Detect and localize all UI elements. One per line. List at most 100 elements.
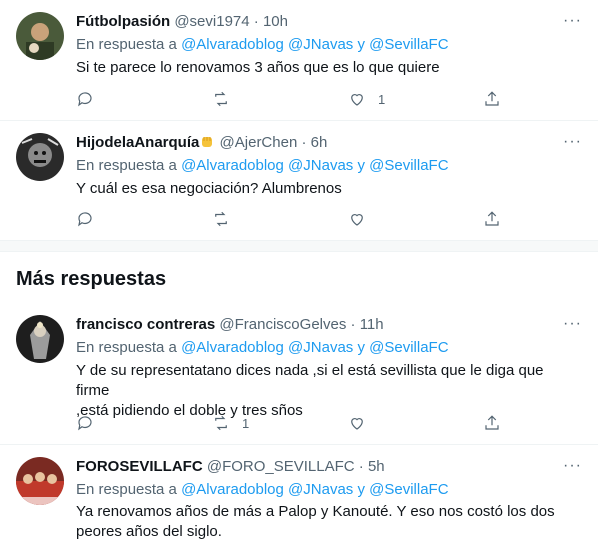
reply-prefix: En respuesta a bbox=[76, 36, 177, 53]
tweet-text-line: Si te parece lo renovamos 3 años que es … bbox=[76, 59, 440, 76]
timestamp[interactable]: 5h bbox=[368, 458, 385, 475]
reply-prefix: En respuesta a bbox=[76, 481, 177, 498]
heart-icon bbox=[351, 214, 363, 226]
separator: · bbox=[358, 458, 364, 475]
mention-link[interactable]: @Alvaradoblog bbox=[181, 157, 284, 174]
separator: · bbox=[301, 134, 307, 151]
like-button[interactable] bbox=[348, 209, 366, 229]
more-options-icon[interactable]: ··· bbox=[563, 315, 582, 333]
section-divider bbox=[0, 240, 598, 252]
avatar-image-icon bbox=[16, 12, 64, 60]
display-name[interactable]: Fútbolpasión bbox=[76, 13, 170, 30]
avatar[interactable] bbox=[16, 133, 64, 181]
more-options-icon[interactable]: ··· bbox=[563, 133, 582, 151]
more-options-icon[interactable]: ··· bbox=[563, 457, 582, 475]
retweet-button[interactable] bbox=[212, 89, 230, 109]
avatar-image-icon bbox=[16, 457, 64, 505]
tweet[interactable]: Fútbolpasión @sevi1974 · 10h ··· En resp… bbox=[0, 0, 598, 121]
tweet-header: Fútbolpasión @sevi1974 · 10h bbox=[76, 12, 288, 32]
retweet-button[interactable] bbox=[212, 209, 230, 229]
avatar[interactable] bbox=[16, 457, 64, 505]
retweet-button[interactable]: 1 bbox=[212, 413, 249, 433]
share-icon bbox=[485, 211, 499, 226]
retweet-count: 1 bbox=[242, 415, 250, 431]
reply-icon bbox=[78, 92, 92, 107]
avatar[interactable] bbox=[16, 12, 64, 60]
display-name[interactable]: HijodelaAnarquía bbox=[76, 134, 199, 151]
mention-link[interactable]: @JNavas bbox=[288, 481, 353, 498]
avatar-image-icon bbox=[16, 315, 64, 363]
mention-link[interactable]: y bbox=[357, 36, 365, 53]
mention-link[interactable]: y bbox=[357, 157, 365, 174]
separator: · bbox=[253, 13, 259, 30]
retweet-icon bbox=[215, 91, 227, 107]
retweet-icon bbox=[215, 415, 227, 431]
mention-link[interactable]: @Alvaradoblog bbox=[181, 36, 284, 53]
tweet-text: Y cuál es esa negociación? Alumbrenos bbox=[76, 179, 576, 199]
tweet-actions: 1 bbox=[76, 413, 506, 433]
mention-link[interactable]: @JNavas bbox=[288, 36, 353, 53]
tweet-text-line: Ya renovamos años de más a Palop y Kanou… bbox=[76, 503, 555, 520]
tweet[interactable]: francisco contreras @FranciscoGelves · 1… bbox=[0, 305, 598, 445]
more-replies-heading: Más respuestas bbox=[16, 268, 167, 290]
display-name[interactable]: FOROSEVILLAFC bbox=[76, 458, 203, 475]
avatar-image-icon bbox=[16, 133, 64, 181]
mention-link[interactable]: @Alvaradoblog bbox=[181, 481, 284, 498]
mention-link[interactable]: y bbox=[357, 339, 365, 356]
mention-link[interactable]: @SevillaFC bbox=[369, 157, 448, 174]
reply-button[interactable] bbox=[76, 89, 94, 109]
user-handle[interactable]: @FORO_SEVILLAFC bbox=[207, 458, 355, 475]
tweet-text: Si te parece lo renovamos 3 años que es … bbox=[76, 58, 576, 78]
reply-button[interactable] bbox=[76, 413, 94, 433]
user-handle[interactable]: @FranciscoGelves bbox=[219, 316, 346, 333]
reply-context: En respuesta a @Alvaradoblog @JNavas y @… bbox=[76, 35, 449, 55]
reply-context: En respuesta a @Alvaradoblog @JNavas y @… bbox=[76, 338, 449, 358]
tweet-header: francisco contreras @FranciscoGelves · 1… bbox=[76, 315, 384, 335]
reply-context: En respuesta a @Alvaradoblog @JNavas y @… bbox=[76, 480, 449, 500]
reply-icon bbox=[78, 416, 92, 431]
heart-icon bbox=[351, 418, 363, 430]
timestamp[interactable]: 10h bbox=[263, 13, 288, 30]
timestamp[interactable]: 11h bbox=[360, 316, 384, 333]
tweet-header: HijodelaAnarquía @AjerChen · 6h bbox=[76, 133, 327, 153]
tweet-text: Ya renovamos años de más a Palop y Kanou… bbox=[76, 502, 576, 542]
separator: · bbox=[350, 316, 356, 333]
tweet[interactable]: HijodelaAnarquía @AjerChen · 6h ··· En r… bbox=[0, 121, 598, 241]
tweet-header: FOROSEVILLAFC @FORO_SEVILLAFC · 5h bbox=[76, 457, 385, 477]
share-button[interactable] bbox=[483, 209, 501, 229]
raised-fist-emoji-icon bbox=[202, 137, 213, 147]
display-name[interactable]: francisco contreras bbox=[76, 316, 215, 333]
mention-link[interactable]: @JNavas bbox=[288, 339, 353, 356]
like-button[interactable]: 1 bbox=[348, 89, 385, 109]
mention-link[interactable]: y bbox=[357, 481, 365, 498]
mention-link[interactable]: @SevillaFC bbox=[369, 339, 448, 356]
avatar[interactable] bbox=[16, 315, 64, 363]
tweet[interactable]: FOROSEVILLAFC @FORO_SEVILLAFC · 5h ··· E… bbox=[0, 445, 598, 547]
tweet-text-line: peores años del siglo. bbox=[76, 523, 222, 540]
tweet-text: Y de su representatano dices nada ,si el… bbox=[76, 361, 576, 421]
reply-context: En respuesta a @Alvaradoblog @JNavas y @… bbox=[76, 156, 449, 176]
mention-link[interactable]: @JNavas bbox=[288, 157, 353, 174]
more-options-icon[interactable]: ··· bbox=[563, 12, 582, 30]
tweet-actions bbox=[76, 209, 506, 229]
reply-button[interactable] bbox=[76, 209, 94, 229]
tweet-actions: 1 bbox=[76, 89, 506, 109]
share-icon bbox=[485, 415, 499, 430]
user-handle[interactable]: @sevi1974 bbox=[174, 13, 249, 30]
reply-icon bbox=[78, 212, 92, 227]
user-handle[interactable]: @AjerChen bbox=[220, 134, 298, 151]
mention-link[interactable]: @SevillaFC bbox=[369, 36, 448, 53]
share-button[interactable] bbox=[483, 89, 501, 109]
tweet-text-line: Y cuál es esa negociación? Alumbrenos bbox=[76, 180, 342, 197]
tweet-text-line: Y de su representatano dices nada ,si el… bbox=[76, 362, 544, 399]
share-button[interactable] bbox=[483, 413, 501, 433]
mention-link[interactable]: @Alvaradoblog bbox=[181, 339, 284, 356]
timestamp[interactable]: 6h bbox=[311, 134, 328, 151]
heart-icon bbox=[351, 94, 363, 106]
retweet-icon bbox=[215, 211, 227, 227]
mention-link[interactable]: @SevillaFC bbox=[369, 481, 448, 498]
like-button[interactable] bbox=[348, 413, 366, 433]
reply-prefix: En respuesta a bbox=[76, 339, 177, 356]
reply-prefix: En respuesta a bbox=[76, 157, 177, 174]
share-icon bbox=[485, 91, 499, 106]
